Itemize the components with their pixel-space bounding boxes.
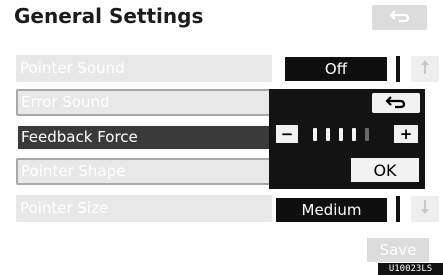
increase-button[interactable]: + [394,125,418,143]
error-sound-row[interactable]: Error Sound [16,89,272,116]
back-arrow-icon [388,8,411,27]
back-arrow-icon [385,94,407,113]
scroll-down-button[interactable] [411,196,439,222]
value-divider [396,56,400,82]
value-divider [396,196,400,222]
level-segment [352,128,356,141]
feedback-force-row[interactable]: Feedback Force [16,124,272,151]
page-title: General Settings [14,4,204,28]
ok-button[interactable]: OK [351,158,419,182]
error-sound-label: Error Sound [21,93,110,111]
pointer-sound-label: Pointer Sound [20,59,125,77]
popup-back-button[interactable] [372,93,420,113]
pointer-size-value: Medium [276,198,387,222]
pointer-sound-value: Off [285,57,387,81]
level-segment [365,128,369,141]
decrease-button[interactable]: − [276,125,298,143]
save-button[interactable]: Save [367,238,429,262]
up-arrow-icon [420,58,430,80]
back-button[interactable] [372,5,427,30]
figure-code: U10023LS [378,263,443,275]
scroll-up-button[interactable] [411,56,439,82]
pointer-shape-row[interactable]: Pointer Shape [16,158,272,185]
pointer-size-label: Pointer Size [20,199,109,217]
level-segment [339,128,343,141]
level-segment [313,128,317,141]
pointer-shape-label: Pointer Shape [21,162,126,180]
pointer-size-row[interactable]: Pointer Size [16,195,272,222]
pointer-sound-row[interactable]: Pointer Sound [16,55,272,82]
level-segment [326,128,330,141]
feedback-force-label: Feedback Force [21,128,138,146]
down-arrow-icon [420,198,430,220]
